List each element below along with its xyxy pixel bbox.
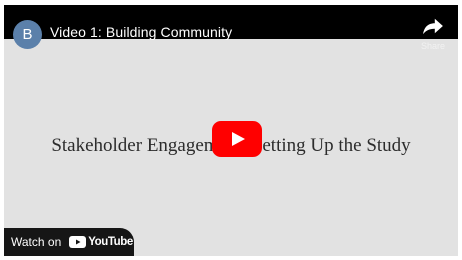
share-button[interactable]: Share <box>418 14 448 54</box>
watch-on-youtube-button[interactable]: Watch on YouTube <box>4 228 134 256</box>
play-button[interactable] <box>212 121 262 157</box>
share-icon <box>423 18 443 35</box>
youtube-logo: YouTube <box>69 236 133 248</box>
video-title[interactable]: Video 1: Building Community <box>50 24 232 40</box>
youtube-wordmark: YouTube <box>88 236 133 248</box>
share-label: Share <box>420 41 446 51</box>
youtube-logo-icon <box>69 236 87 248</box>
watch-on-label: Watch on <box>11 235 62 249</box>
channel-avatar[interactable]: B <box>13 20 42 49</box>
video-player[interactable]: B Video 1: Building Community Share Stak… <box>4 5 458 256</box>
